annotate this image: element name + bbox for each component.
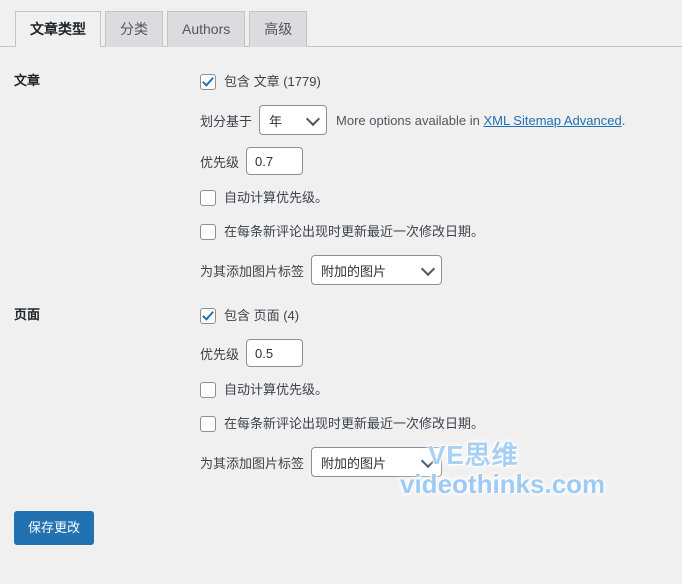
priority-post-label: 优先级 xyxy=(200,154,240,170)
section-page-heading: 页面 xyxy=(14,307,41,322)
auto-priority-post-label: 自动计算优先级。 xyxy=(224,190,329,206)
split-by-select[interactable]: 年 xyxy=(259,105,328,135)
auto-priority-post-checkbox[interactable] xyxy=(200,190,216,206)
image-tag-post-select[interactable]: 附加的图片 xyxy=(311,255,443,285)
priority-post-row: 优先级 xyxy=(200,147,672,175)
tab-label: Authors xyxy=(182,21,231,37)
tab-post-types[interactable]: 文章类型 xyxy=(15,11,101,48)
tab-taxonomies[interactable]: 分类 xyxy=(105,11,163,47)
tab-label: 文章类型 xyxy=(30,21,86,37)
section-page: 页面 包含 页面 (4) 优先级 自动计算优先级。 在每条新评论出现时更新最近一… xyxy=(0,295,682,487)
include-post-label: 包含 文章 (1779) xyxy=(224,74,321,90)
comment-update-post-row: 在每条新评论出现时更新最近一次修改日期。 xyxy=(200,221,672,243)
include-page-label: 包含 页面 (4) xyxy=(224,308,300,324)
priority-post-input[interactable] xyxy=(246,147,304,175)
tab-label: 高级 xyxy=(264,21,293,37)
image-tag-post-label: 为其添加图片标签 xyxy=(200,263,305,279)
tab-advanced[interactable]: 高级 xyxy=(249,11,308,47)
auto-priority-page-label: 自动计算优先级。 xyxy=(224,382,329,398)
chevron-down-icon xyxy=(420,261,436,277)
priority-page-row: 优先级 xyxy=(200,339,672,367)
priority-page-input[interactable] xyxy=(246,339,304,367)
split-by-row: 划分基于 年 More options available in XML Sit… xyxy=(200,105,672,135)
split-by-label: 划分基于 xyxy=(200,113,253,129)
image-tag-page-label: 为其添加图片标签 xyxy=(200,455,305,471)
priority-page-label: 优先级 xyxy=(200,346,240,362)
more-options-helper: More options available in XML Sitemap Ad… xyxy=(336,113,625,128)
image-tag-page-select[interactable]: 附加的图片 xyxy=(311,447,443,477)
include-page-row: 包含 页面 (4) xyxy=(200,305,672,327)
section-post-fields: 包含 文章 (1779) 划分基于 年 More options availab… xyxy=(200,61,682,295)
section-post: 文章 包含 文章 (1779) 划分基于 年 More options avai… xyxy=(0,61,682,295)
section-page-fields: 包含 页面 (4) 优先级 自动计算优先级。 在每条新评论出现时更新最近一次修改… xyxy=(200,295,682,487)
comment-update-page-label: 在每条新评论出现时更新最近一次修改日期。 xyxy=(224,416,485,432)
tab-authors[interactable]: Authors xyxy=(167,11,246,47)
image-tag-post-row: 为其添加图片标签 附加的图片 xyxy=(200,255,672,285)
comment-update-page-row: 在每条新评论出现时更新最近一次修改日期。 xyxy=(200,413,672,435)
auto-priority-page-row: 自动计算优先级。 xyxy=(200,379,672,401)
more-options-prefix: More options available in xyxy=(336,112,484,128)
comment-update-post-label: 在每条新评论出现时更新最近一次修改日期。 xyxy=(224,224,485,240)
image-tag-page-value: 附加的图片 xyxy=(321,455,387,471)
include-post-row: 包含 文章 (1779) xyxy=(200,71,672,93)
chevron-down-icon xyxy=(305,111,321,127)
auto-priority-post-row: 自动计算优先级。 xyxy=(200,187,672,209)
more-options-suffix: . xyxy=(621,112,626,128)
image-tag-post-value: 附加的图片 xyxy=(321,263,387,279)
chevron-down-icon xyxy=(420,453,436,469)
include-post-checkbox[interactable] xyxy=(200,74,216,90)
settings-form-table: 文章 包含 文章 (1779) 划分基于 年 More options avai… xyxy=(0,61,682,487)
image-tag-page-row: 为其添加图片标签 附加的图片 xyxy=(200,447,672,477)
xml-sitemap-advanced-link[interactable]: XML Sitemap Advanced xyxy=(483,113,621,128)
section-post-heading: 文章 xyxy=(14,73,41,88)
auto-priority-page-checkbox[interactable] xyxy=(200,382,216,398)
comment-update-page-checkbox[interactable] xyxy=(200,416,216,432)
submit-area: 保存更改 xyxy=(0,511,682,545)
include-page-checkbox[interactable] xyxy=(200,308,216,324)
tab-bar: 文章类型 分类 Authors 高级 xyxy=(0,0,682,48)
tab-label: 分类 xyxy=(120,21,148,37)
save-changes-button[interactable]: 保存更改 xyxy=(14,511,95,545)
split-by-value: 年 xyxy=(269,113,283,129)
comment-update-post-checkbox[interactable] xyxy=(200,224,216,240)
